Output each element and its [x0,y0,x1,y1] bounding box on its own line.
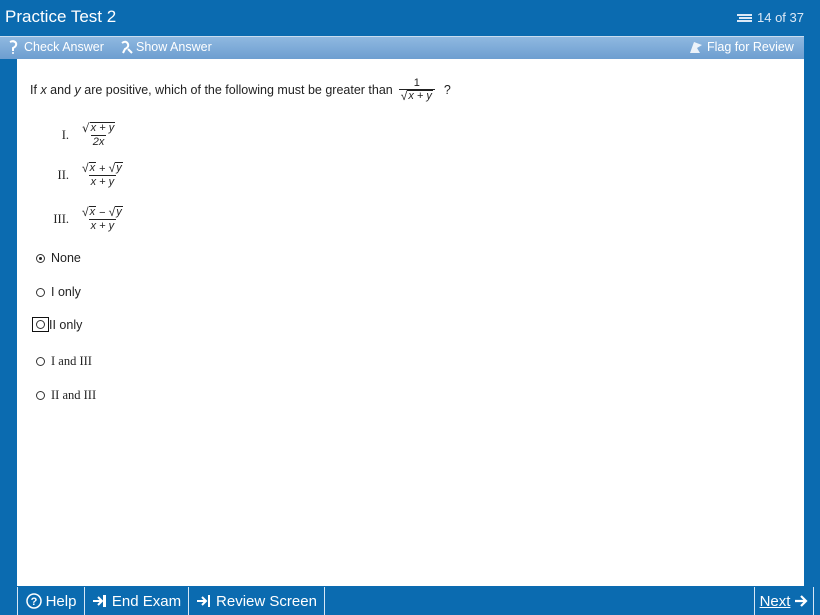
statement-1: I. √ x + y 2x [39,122,120,148]
statement-fraction: √ x + √ y x + y [82,161,123,188]
choice-label: None [51,251,81,265]
statement-num-b: y [115,206,123,218]
question-suffix: ? [443,83,451,97]
question-frac-den: x + y [407,90,433,102]
statement-fraction: √ x + y 2x [82,121,116,148]
end-exam-button[interactable]: End Exam [85,587,189,615]
title-bar: Practice Test 2 14 of 37 [0,0,820,36]
statement-num-b: y [115,162,123,174]
choice-label: I and III [51,354,92,368]
check-answer-button[interactable]: Check Answer [7,40,104,54]
statement-den: x + y [88,219,117,232]
question-fraction: 1 √ x + y [398,77,435,103]
check-icon [9,40,18,54]
choice-i-and-iii[interactable]: I and III [36,354,92,369]
statement-label: II. [57,167,69,182]
statement-num-a: x [88,162,97,174]
statement-num: x + y [89,122,116,134]
arrow-bar-icon [197,595,211,607]
statement-den: 2x [90,135,107,148]
question-prefix: If [30,83,37,97]
choice-ii-and-iii[interactable]: II and III [36,388,96,403]
flag-label: Flag for Review [707,40,794,54]
statement-op: + [99,163,106,175]
radio-button[interactable] [36,287,45,297]
counter-text: 14 of 37 [757,10,804,25]
radio-button[interactable] [36,320,45,329]
statement-op: − [99,207,106,219]
list-icon [737,13,752,22]
bottom-bar: ? Help End Exam Review Screen Next [0,586,820,615]
choice-none[interactable]: None [36,251,81,265]
focus-outline [32,317,49,332]
choice-label: II only [49,317,83,332]
flag-icon [690,42,702,53]
question-stem: If x and y are positive, which of the fo… [30,77,451,103]
window-title: Practice Test 2 [5,7,117,26]
end-exam-label: End Exam [111,592,182,610]
choice-label: I only [51,285,81,299]
choice-i-only[interactable]: I only [36,285,81,299]
question-counter: 14 of 37 [737,10,804,25]
statement-num-a: x [88,206,97,218]
show-answer-button[interactable]: Show Answer [119,40,212,54]
arrow-right-icon [795,595,808,607]
exit-icon [92,595,106,607]
choice-ii-only[interactable]: II only [32,317,83,332]
radio-button[interactable] [36,253,45,263]
toolbar: Check Answer Show Answer Flag for Review [0,36,804,59]
help-button[interactable]: ? Help [17,587,85,615]
help-label: Help [45,592,77,610]
help-icon: ? [25,593,42,609]
statement-2: II. √ x + √ y x + y [39,162,128,188]
statement-den: x + y [88,175,117,188]
question-panel: If x and y are positive, which of the fo… [17,59,804,586]
statement-label: I. [61,127,69,142]
question-var-y: y [74,83,81,97]
show-answer-label: Show Answer [136,40,212,54]
statement-label: III. [53,211,69,226]
flag-for-review-button[interactable]: Flag for Review [688,40,794,54]
next-button[interactable]: Next [754,587,814,615]
review-screen-button[interactable]: Review Screen [189,587,325,615]
question-and: and [50,83,72,97]
next-label: Next [759,592,791,610]
check-answer-label: Check Answer [24,40,104,54]
radio-button[interactable] [36,357,45,366]
review-screen-label: Review Screen [216,592,317,610]
choice-label: II and III [51,388,97,402]
statement-fraction: √ x − √ y x + y [82,205,123,232]
question-var-x: x [40,83,47,97]
question-text: are positive, which of the following mus… [84,83,393,97]
radio-button[interactable] [36,391,45,400]
statement-3: III. √ x − √ y x + y [39,206,128,232]
sqrt-sign: √ x + y [400,89,433,103]
svg-text:?: ? [30,596,37,608]
question-frac-num: 1 [413,77,420,89]
show-answer-icon [121,40,133,54]
